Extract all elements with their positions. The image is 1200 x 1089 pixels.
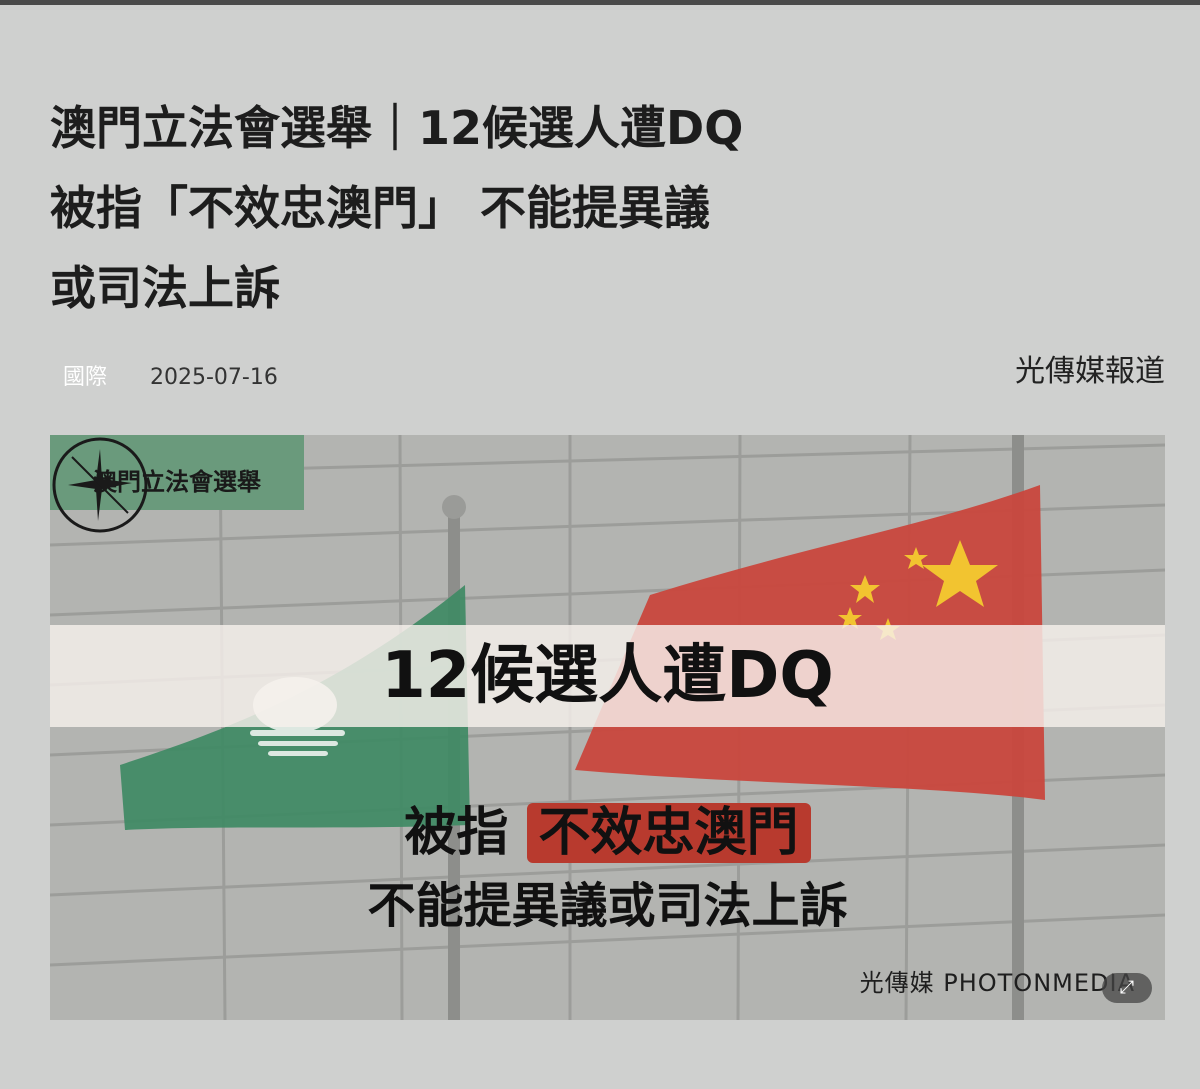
photonmedia-logo: [52, 437, 148, 533]
publish-date: 2025-07-16: [150, 365, 278, 390]
hero-subtitle-highlight: 不效忠澳門: [526, 803, 811, 863]
hero-image: 澳門立法會選舉 12候選人遭DQ 被指 不效忠澳門 不能提異議或司法上訴 光傳媒…: [50, 435, 1165, 1020]
photonmedia-watermark: 光傳媒 PHOTONMEDIA: [859, 969, 1135, 997]
article-meta: 國際 2025-07-16 光傳媒報道: [50, 354, 1165, 400]
expand-image-button[interactable]: ⤢: [1102, 973, 1152, 1003]
hero-title: 12候選人遭DQ: [381, 639, 834, 713]
category-link[interactable]: 國際: [50, 356, 120, 400]
source-label: 光傳媒報道: [1015, 354, 1165, 389]
top-bar: [0, 0, 1200, 5]
headline-line-1: 澳門立法會選舉｜12候選人遭DQ: [50, 101, 744, 155]
hero-subtitle-prefix: 被指: [404, 803, 509, 863]
hero-subtitle: 被指 不效忠澳門: [50, 797, 1165, 869]
headline-line-3: 或司法上訴: [50, 261, 280, 315]
headline-line-2: 被指「不效忠澳門」 不能提異議: [50, 181, 711, 235]
expand-icon: ⤢: [1119, 977, 1135, 998]
article-headline: 澳門立法會選舉｜12候選人遭DQ 被指「不效忠澳門」 不能提異議 或司法上訴: [50, 88, 910, 328]
hero-caption: 不能提異議或司法上訴: [367, 878, 848, 934]
